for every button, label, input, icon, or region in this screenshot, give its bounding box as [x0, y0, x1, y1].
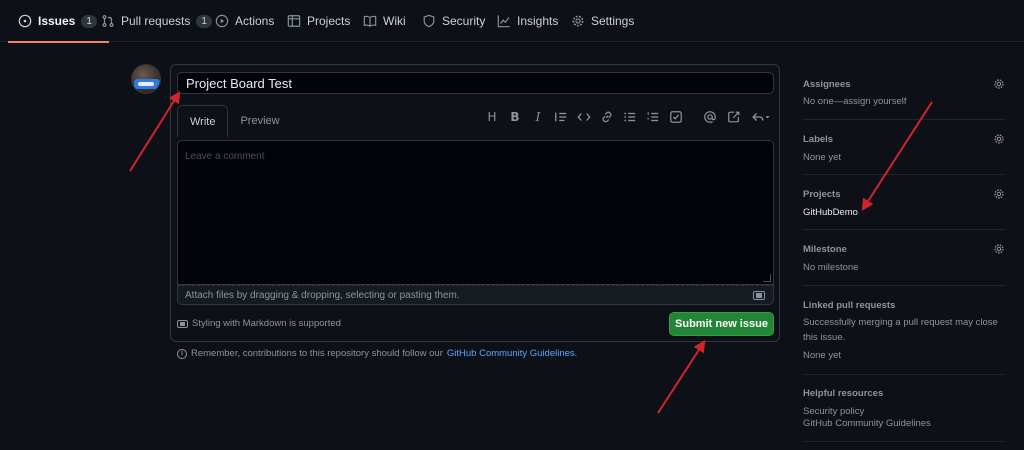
- labels-section: Labels None yet: [803, 120, 1005, 175]
- tab-pull-requests-count: 1: [196, 14, 212, 28]
- cross-reference-icon: [728, 111, 740, 123]
- file-attachment-area[interactable]: Attach files by dragging & dropping, sel…: [177, 285, 774, 305]
- list-ordered-icon: [647, 112, 659, 122]
- table-icon: [287, 15, 301, 27]
- markdown-support-note[interactable]: Styling with Markdown is supported: [177, 318, 341, 329]
- play-icon: [215, 14, 229, 28]
- tab-issues-label: Issues: [38, 14, 76, 28]
- tab-wiki[interactable]: Wiki: [363, 0, 406, 42]
- tab-insights-label: Insights: [517, 14, 559, 28]
- task-list-button[interactable]: [668, 109, 684, 125]
- tab-write[interactable]: Write: [177, 105, 229, 137]
- book-icon: [363, 15, 377, 27]
- graph-icon: [497, 15, 510, 28]
- code-button[interactable]: [576, 109, 592, 125]
- ordered-list-button[interactable]: [645, 109, 661, 125]
- tab-settings[interactable]: Settings: [571, 0, 634, 42]
- markdown-icon: [753, 291, 765, 300]
- tab-pull-requests-label: Pull requests: [121, 14, 191, 28]
- milestone-title: Milestone: [803, 244, 847, 255]
- projects-value[interactable]: GitHubDemo: [803, 205, 858, 220]
- gear-icon: [572, 15, 584, 27]
- mention-icon: [704, 111, 716, 123]
- tab-security-label: Security: [442, 14, 486, 28]
- remember-end: .: [574, 348, 578, 359]
- link-icon: [602, 111, 612, 123]
- tab-security[interactable]: Security: [422, 0, 485, 42]
- unordered-list-button[interactable]: [622, 109, 638, 125]
- quote-icon: [555, 112, 567, 122]
- attach-text: Attach files by dragging & dropping, sel…: [185, 289, 460, 301]
- reference-button[interactable]: [726, 109, 742, 125]
- tab-settings-label: Settings: [591, 14, 635, 28]
- helpful-resources-section: Helpful resources Security policy GitHub…: [803, 375, 1005, 442]
- saved-replies-button[interactable]: [750, 109, 772, 125]
- tab-projects-label: Projects: [307, 14, 351, 28]
- quote-button[interactable]: [553, 109, 569, 125]
- labels-value: None yet: [803, 152, 842, 163]
- tasklist-icon: [670, 111, 682, 123]
- issue-title-value: Project Board Test: [186, 75, 292, 91]
- tab-actions[interactable]: Actions: [215, 0, 274, 42]
- projects-section: Projects GitHubDemo: [803, 175, 1005, 230]
- info-icon: i: [177, 348, 187, 359]
- comment-placeholder: Leave a comment: [185, 151, 265, 162]
- arrow-to-submit: [657, 339, 706, 414]
- editor-tabs: Write Preview: [177, 105, 292, 137]
- tab-preview[interactable]: Preview: [228, 105, 291, 137]
- tab-insights[interactable]: Insights: [497, 0, 558, 42]
- milestone-section: Milestone No milestone: [803, 230, 1005, 286]
- styling-text: Styling with Markdown is supported: [192, 318, 341, 329]
- markdown-icon: [177, 319, 188, 328]
- bold-button[interactable]: B: [507, 109, 523, 125]
- assignees-value[interactable]: No one—assign yourself: [803, 94, 907, 109]
- comment-textarea[interactable]: Leave a comment: [177, 140, 774, 285]
- milestone-value: No milestone: [803, 262, 859, 273]
- tab-issues[interactable]: Issues 1: [8, 0, 109, 43]
- shield-icon: [423, 14, 435, 28]
- community-guidelines-link[interactable]: GitHub Community Guidelines: [803, 416, 931, 431]
- linked-title: Linked pull requests: [803, 300, 896, 311]
- mention-button[interactable]: [702, 109, 718, 125]
- reply-icon: [752, 113, 770, 121]
- link-button[interactable]: [599, 109, 615, 125]
- tab-wiki-label: Wiki: [383, 14, 406, 28]
- submit-new-issue-button[interactable]: Submit new issue: [669, 312, 774, 336]
- linked-pull-requests-section: Linked pull requests Successfully mergin…: [803, 286, 1005, 375]
- gear-icon[interactable]: [993, 133, 1005, 145]
- list-unordered-icon: [624, 112, 636, 122]
- projects-title: Projects: [803, 189, 841, 200]
- avatar[interactable]: [131, 64, 161, 94]
- community-guidelines-link[interactable]: GitHub Community Guidelines: [447, 348, 575, 359]
- resize-handle[interactable]: [763, 274, 771, 282]
- tab-actions-label: Actions: [235, 14, 275, 28]
- repo-nav: Issues 1 Pull requests 1 Actions Project…: [0, 0, 1024, 43]
- issue-opened-icon: [18, 14, 32, 28]
- tab-projects[interactable]: Projects: [287, 0, 350, 42]
- gear-icon[interactable]: [993, 243, 1005, 255]
- tab-pull-requests[interactable]: Pull requests 1: [101, 0, 212, 42]
- linked-value: None yet: [803, 350, 842, 361]
- helpful-title: Helpful resources: [803, 388, 884, 399]
- remember-text: Remember, contributions to this reposito…: [191, 348, 443, 359]
- contribution-guidelines-note: i Remember, contributions to this reposi…: [177, 348, 577, 359]
- code-icon: [577, 113, 591, 121]
- italic-button[interactable]: I: [530, 109, 546, 125]
- git-pull-request-icon: [102, 15, 114, 27]
- gear-icon[interactable]: [993, 188, 1005, 200]
- gear-icon[interactable]: [993, 78, 1005, 90]
- assignees-title: Assignees: [803, 79, 851, 90]
- heading-button[interactable]: H: [484, 109, 500, 125]
- issue-title-input[interactable]: Project Board Test: [177, 72, 774, 94]
- labels-title: Labels: [803, 134, 834, 145]
- tab-issues-count: 1: [81, 14, 97, 28]
- linked-desc: Successfully merging a pull request may …: [803, 317, 998, 343]
- assignees-section: Assignees No one—assign yourself: [803, 64, 1005, 120]
